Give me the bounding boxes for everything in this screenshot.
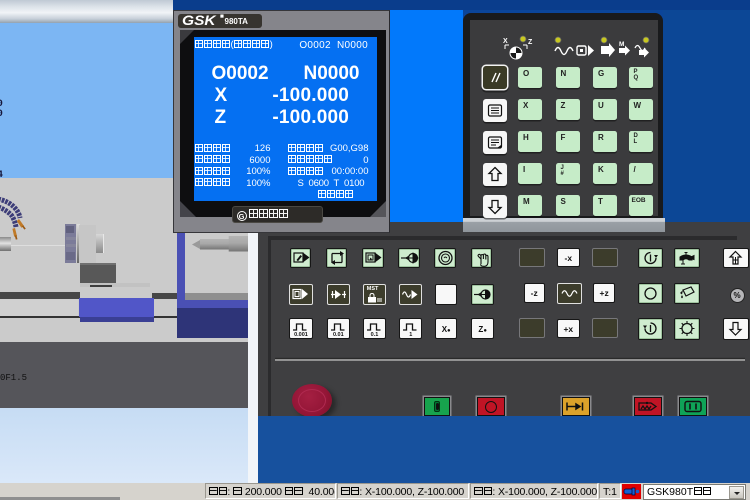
svg-text:X: X xyxy=(503,38,508,45)
svg-text:M: M xyxy=(619,41,624,48)
svg-text:Z: Z xyxy=(528,39,533,46)
